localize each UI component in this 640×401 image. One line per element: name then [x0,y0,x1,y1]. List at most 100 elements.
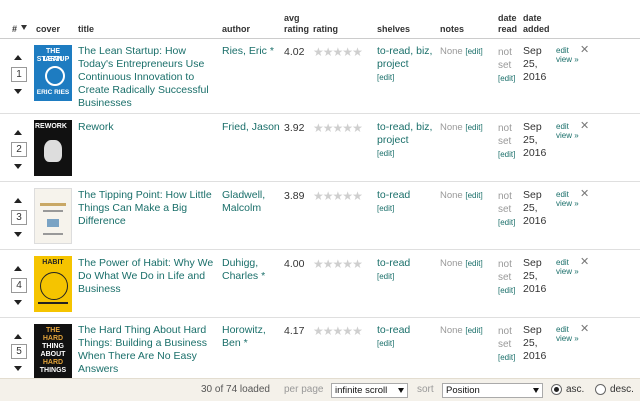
header-avg-rating[interactable]: avg rating [284,13,309,35]
star-icon[interactable]: ★ [342,121,353,135]
star-icon[interactable]: ★ [313,189,324,203]
move-up-icon[interactable] [14,266,22,271]
header-date-read[interactable]: date read [498,13,517,35]
book-author-link[interactable]: Fried, Jason [222,121,280,134]
header-author[interactable]: author [222,24,250,35]
star-icon[interactable]: ★ [323,324,334,338]
star-icon[interactable]: ★ [323,257,334,271]
book-title-link[interactable]: The Hard Thing About Hard Things: Buildi… [78,324,218,376]
notes-edit-link[interactable]: [edit] [465,47,482,56]
shelves-link[interactable]: to-read [377,324,437,337]
star-icon[interactable]: ★ [333,324,344,338]
star-icon[interactable]: ★ [342,257,353,271]
star-icon[interactable]: ★ [333,257,344,271]
edit-link[interactable]: edit [556,122,579,131]
position-input[interactable]: 4 [11,278,27,293]
shelves-link[interactable]: to-read [377,257,437,270]
book-cover[interactable]: THE LEAN STARTUP ERIC RIES [34,45,72,101]
star-icon[interactable]: ★ [352,189,363,203]
date-read-edit-link[interactable]: [edit] [498,351,520,364]
notes-edit-link[interactable]: [edit] [465,123,482,132]
rating-stars[interactable]: ★★★★★ [313,121,363,135]
star-icon[interactable]: ★ [352,121,363,135]
star-icon[interactable]: ★ [323,121,334,135]
move-down-icon[interactable] [14,164,22,169]
star-icon[interactable]: ★ [333,189,344,203]
header-rating[interactable]: rating [313,24,338,35]
position-input[interactable]: 5 [11,344,27,359]
move-down-icon[interactable] [14,366,22,371]
star-icon[interactable]: ★ [352,257,363,271]
header-position[interactable]: # [12,24,17,35]
star-icon[interactable]: ★ [313,324,324,338]
close-icon[interactable]: ✕ [580,322,589,335]
move-down-icon[interactable] [14,89,22,94]
notes-edit-link[interactable]: [edit] [465,191,482,200]
header-notes[interactable]: notes [440,24,464,35]
notes-edit-link[interactable]: [edit] [465,326,482,335]
view-link[interactable]: view » [556,131,579,140]
star-icon[interactable]: ★ [342,189,353,203]
header-cover[interactable]: cover [36,24,60,35]
move-up-icon[interactable] [14,130,22,135]
book-cover[interactable]: THE HARD THING ABOUT HARD THINGS [34,324,72,378]
rating-stars[interactable]: ★★★★★ [313,257,363,271]
rating-stars[interactable]: ★★★★★ [313,45,363,59]
book-title-link[interactable]: The Power of Habit: Why We Do What We Do… [78,257,218,296]
book-cover[interactable]: REWORK [34,120,72,176]
per-page-select[interactable]: infinite scroll [331,383,408,398]
star-icon[interactable]: ★ [333,45,344,59]
view-link[interactable]: view » [556,267,579,276]
edit-link[interactable]: edit [556,190,579,199]
book-title-link[interactable]: The Tipping Point: How Little Things Can… [78,189,218,228]
star-icon[interactable]: ★ [313,45,324,59]
star-icon[interactable]: ★ [323,189,334,203]
star-icon[interactable]: ★ [313,121,324,135]
date-read-edit-link[interactable]: [edit] [498,284,520,297]
close-icon[interactable]: ✕ [580,187,589,200]
position-input[interactable]: 1 [11,67,27,82]
book-author-link[interactable]: Horowitz, Ben * [222,324,280,350]
date-read-edit-link[interactable]: [edit] [498,148,520,161]
rating-stars[interactable]: ★★★★★ [313,189,363,203]
rating-stars[interactable]: ★★★★★ [313,324,363,338]
move-up-icon[interactable] [14,334,22,339]
shelves-link[interactable]: to-read [377,189,437,202]
star-icon[interactable]: ★ [313,257,324,271]
move-down-icon[interactable] [14,300,22,305]
header-date-added[interactable]: date added [523,13,550,35]
date-read-edit-link[interactable]: [edit] [498,216,520,229]
move-up-icon[interactable] [14,198,22,203]
view-link[interactable]: view » [556,334,579,343]
star-icon[interactable]: ★ [352,45,363,59]
star-icon[interactable]: ★ [342,45,353,59]
close-icon[interactable]: ✕ [580,43,589,56]
shelves-edit-link[interactable]: [edit] [377,147,437,160]
shelves-edit-link[interactable]: [edit] [377,337,437,350]
position-input[interactable]: 3 [11,210,27,225]
edit-link[interactable]: edit [556,325,579,334]
book-author-link[interactable]: Gladwell, Malcolm [222,189,280,215]
shelves-edit-link[interactable]: [edit] [377,270,437,283]
shelves-edit-link[interactable]: [edit] [377,71,437,84]
sort-select[interactable]: Position [442,383,543,398]
move-down-icon[interactable] [14,232,22,237]
book-cover[interactable]: HABIT [34,256,72,312]
star-icon[interactable]: ★ [352,324,363,338]
edit-link[interactable]: edit [556,46,579,55]
header-shelves[interactable]: shelves [377,24,410,35]
shelves-link[interactable]: to-read, biz, project [377,121,437,147]
shelves-edit-link[interactable]: [edit] [377,202,437,215]
star-icon[interactable]: ★ [323,45,334,59]
book-author-link[interactable]: Duhigg, Charles * [222,257,280,283]
move-up-icon[interactable] [14,55,22,60]
view-link[interactable]: view » [556,199,579,208]
close-icon[interactable]: ✕ [580,119,589,132]
book-cover[interactable] [34,188,72,244]
book-author-link[interactable]: Ries, Eric * [222,45,280,58]
header-title[interactable]: title [78,24,94,35]
position-input[interactable]: 2 [11,142,27,157]
date-read-edit-link[interactable]: [edit] [498,72,520,85]
star-icon[interactable]: ★ [342,324,353,338]
notes-edit-link[interactable]: [edit] [465,259,482,268]
